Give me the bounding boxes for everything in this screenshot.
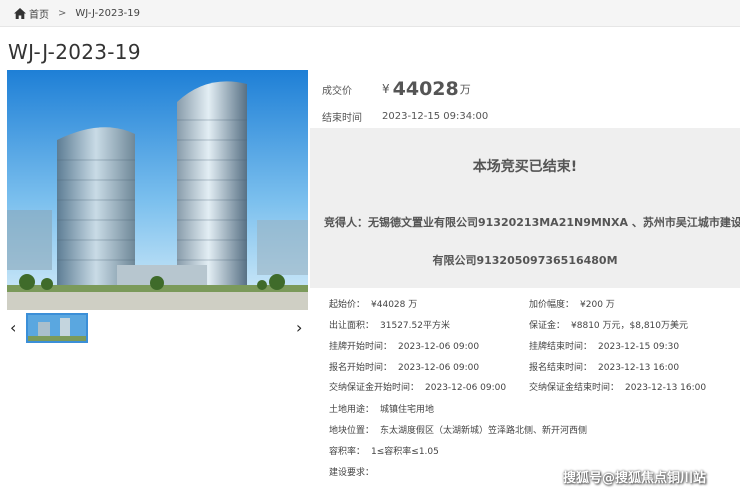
detail-value: 东太湖度假区（太湖新城）笠泽路北侧、新开河西侧 — [380, 426, 588, 436]
detail-value: ¥8810 万元，$8,810万美元 — [571, 321, 688, 331]
detail-value: ¥200 万 — [580, 300, 615, 310]
deal-price-label: 成交价 — [322, 85, 352, 97]
detail-item: 起始价： ¥44028 万 — [329, 297, 417, 310]
detail-item: 建设要求： — [329, 465, 380, 478]
breadcrumb-home-link[interactable]: 首页 — [29, 6, 49, 21]
thumbnail-strip: ‹ › — [7, 312, 308, 344]
detail-label: 容积率： — [329, 447, 366, 457]
detail-label: 出让面积： — [329, 321, 375, 331]
detail-label: 起始价： — [329, 300, 366, 310]
detail-label: 交纳保证金结束时间： — [529, 383, 620, 393]
detail-value: 31527.52平方米 — [380, 321, 450, 331]
detail-label: 交纳保证金开始时间： — [329, 383, 420, 393]
detail-label: 报名开始时间： — [329, 363, 393, 373]
detail-label: 土地用途： — [329, 405, 375, 415]
deal-price-unit: 万 — [459, 83, 471, 96]
home-icon[interactable] — [14, 7, 26, 19]
detail-label: 报名结束时间： — [529, 363, 593, 373]
detail-value: 1≤容积率≤1.05 — [371, 447, 439, 457]
chevron-left-icon[interactable]: ‹ — [10, 318, 16, 337]
detail-item: 交纳保证金开始时间： 2023-12-06 09:00 — [329, 380, 506, 393]
detail-item: 出让面积： 31527.52平方米 — [329, 318, 450, 331]
detail-value: 城镇住宅用地 — [380, 405, 435, 415]
detail-label: 保证金： — [529, 321, 566, 331]
detail-value: 2023-12-06 09:00 — [425, 383, 507, 393]
detail-item: 挂牌结束时间： 2023-12-15 09:30 — [529, 339, 679, 352]
main-photo — [7, 70, 308, 310]
detail-value: 2023-12-06 09:00 — [398, 342, 480, 352]
auction-ended-title: 本场竞买已结束! — [472, 159, 578, 175]
detail-item: 容积率： 1≤容积率≤1.05 — [329, 444, 439, 457]
detail-label: 挂牌开始时间： — [329, 342, 393, 352]
detail-label: 挂牌结束时间： — [529, 342, 593, 352]
winner-text: 竞得人：无锡德文置业有限公司91320213MA21N9MNXA 、苏州市吴江城… — [324, 216, 740, 229]
result-panel: 本场竞买已结束! 竞得人：无锡德文置业有限公司91320213MA21N9MNX… — [310, 128, 740, 288]
detail-value: 2023-12-13 16:00 — [598, 363, 680, 373]
detail-item: 挂牌开始时间： 2023-12-06 09:00 — [329, 339, 479, 352]
detail-value: 2023-12-15 09:30 — [598, 342, 680, 352]
breadcrumb-current: WJ-J-2023-19 — [75, 7, 141, 19]
detail-label: 加价幅度： — [529, 300, 575, 310]
detail-value: 2023-12-13 16:00 — [625, 383, 707, 393]
detail-label: 建设要求： — [329, 468, 375, 478]
detail-item: 保证金： ¥8810 万元，$8,810万美元 — [529, 318, 688, 331]
end-time-row: 结束时间 2023-12-15 09:34:00 — [322, 109, 488, 124]
breadcrumb-separator: > — [58, 7, 67, 19]
detail-item: 报名开始时间： 2023-12-06 09:00 — [329, 360, 479, 373]
deal-price-row: 成交价 ¥ 44028 万 — [322, 78, 471, 100]
detail-value: 2023-12-06 09:00 — [398, 363, 480, 373]
detail-item: 加价幅度： ¥200 万 — [529, 297, 615, 310]
detail-item: 地块位置： 东太湖度假区（太湖新城）笠泽路北侧、新开河西侧 — [329, 423, 587, 436]
watermark: 搜狐号@搜狐焦点铜川站 — [563, 471, 707, 486]
detail-value: ¥44028 万 — [371, 300, 418, 310]
building-illustration — [7, 70, 308, 310]
end-time-value: 2023-12-15 09:34:00 — [382, 111, 489, 122]
detail-label: 地块位置： — [329, 426, 375, 436]
chevron-right-icon[interactable]: › — [296, 318, 302, 337]
winner-text-continued: 有限公司91320509736516480M — [432, 254, 618, 267]
page-title: WJ-J-2023-19 — [8, 40, 141, 64]
currency-symbol: ¥ — [382, 82, 390, 96]
deal-price-value: 44028 — [392, 78, 459, 100]
detail-item: 土地用途： 城镇住宅用地 — [329, 402, 434, 415]
end-time-label: 结束时间 — [322, 113, 362, 124]
breadcrumb: 首页 > WJ-J-2023-19 — [0, 0, 740, 27]
detail-item: 交纳保证金结束时间： 2023-12-13 16:00 — [529, 380, 706, 393]
detail-item: 报名结束时间： 2023-12-13 16:00 — [529, 360, 679, 373]
thumbnail-image[interactable] — [26, 313, 88, 343]
